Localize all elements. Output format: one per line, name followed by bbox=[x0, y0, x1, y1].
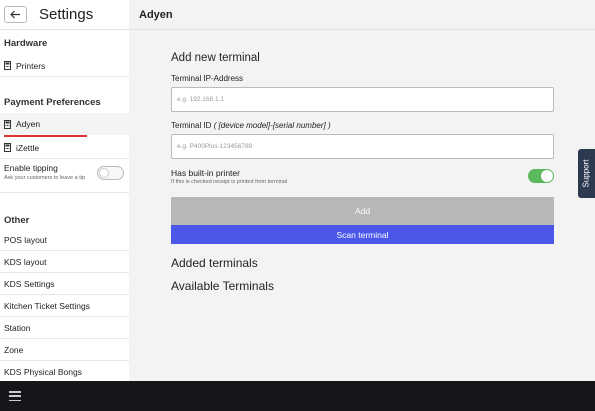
toggle-knob bbox=[99, 168, 109, 178]
arrow-left-icon bbox=[10, 10, 20, 19]
pos-terminal-icon bbox=[4, 119, 11, 129]
main-panel: Adyen Add new terminal Terminal IP-Addre… bbox=[129, 0, 595, 381]
ip-address-input[interactable]: e.g. 192.168.1.1 bbox=[171, 87, 554, 112]
builtin-printer-toggle[interactable] bbox=[528, 169, 554, 183]
sidebar-item-label: Printers bbox=[16, 60, 46, 71]
ip-address-label: Terminal IP-Address bbox=[171, 74, 244, 83]
back-button[interactable] bbox=[4, 6, 27, 23]
sidebar-header: Settings bbox=[0, 0, 129, 30]
section-other-title: Other bbox=[4, 215, 30, 226]
sidebar-item-izettle[interactable]: iZettle bbox=[0, 137, 129, 159]
sidebar-title: Settings bbox=[39, 6, 94, 23]
pos-terminal-icon bbox=[4, 143, 11, 152]
sidebar-item-label: Station bbox=[4, 322, 31, 333]
sidebar-item-label: POS layout bbox=[4, 234, 47, 245]
available-terminals-heading: Available Terminals bbox=[171, 279, 274, 293]
sidebar-item-label: Adyen bbox=[16, 119, 41, 129]
support-label: Support bbox=[582, 159, 591, 188]
added-terminals-heading: Added terminals bbox=[171, 256, 258, 270]
sidebar-item-pos-layout[interactable]: POS layout bbox=[0, 229, 129, 251]
sidebar-item-label: Kitchen Ticket Settings bbox=[4, 300, 90, 311]
sidebar-item-label: KDS Physical Bongs bbox=[4, 366, 82, 377]
terminal-form: Add new terminal Terminal IP-Address e.g… bbox=[171, 52, 554, 293]
bottom-bar bbox=[0, 381, 595, 411]
ip-address-placeholder: e.g. 192.168.1.1 bbox=[177, 96, 224, 103]
terminal-id-hint: ( [device model]-[serial number] ) bbox=[213, 121, 331, 130]
add-terminal-heading: Add new terminal bbox=[171, 52, 260, 64]
add-button[interactable]: Add bbox=[171, 197, 554, 225]
tipping-sublabel: Ask your customers to leave a tip bbox=[4, 175, 86, 181]
support-tab[interactable]: Support bbox=[578, 149, 595, 198]
sidebar-item-label: KDS Settings bbox=[4, 278, 55, 289]
sidebar-item-label: Zone bbox=[4, 344, 24, 355]
builtin-printer-setting: Has built-in printer If this is checked … bbox=[171, 168, 554, 192]
terminal-id-input[interactable]: e.g. P400Plus-123456789 bbox=[171, 134, 554, 159]
pos-terminal-icon bbox=[4, 61, 11, 70]
scan-terminal-button[interactable]: Scan terminal bbox=[171, 225, 554, 244]
sidebar-item-kitchen-ticket-settings[interactable]: Kitchen Ticket Settings bbox=[0, 295, 129, 317]
sidebar-item-adyen[interactable]: Adyen bbox=[0, 113, 129, 135]
sidebar-item-label: KDS layout bbox=[4, 256, 47, 267]
toggle-knob bbox=[541, 170, 553, 182]
sidebar-item-kds-settings[interactable]: KDS Settings bbox=[0, 273, 129, 295]
sidebar-item-zone[interactable]: Zone bbox=[0, 339, 129, 361]
sidebar-item-printers[interactable]: Printers bbox=[0, 55, 129, 77]
app-window: Settings Hardware Printers Payment Prefe… bbox=[0, 0, 595, 411]
terminal-id-placeholder: e.g. P400Plus-123456789 bbox=[177, 143, 253, 150]
builtin-printer-label: Has built-in printer bbox=[171, 168, 240, 178]
sidebar-item-kds-layout[interactable]: KDS layout bbox=[0, 251, 129, 273]
sidebar-item-label: iZettle bbox=[16, 142, 40, 153]
tipping-toggle[interactable] bbox=[97, 166, 124, 180]
settings-sidebar: Settings Hardware Printers Payment Prefe… bbox=[0, 0, 129, 381]
sidebar-item-station[interactable]: Station bbox=[0, 317, 129, 339]
page-title: Adyen bbox=[129, 0, 595, 30]
sidebar-item-kds-physical-bongs[interactable]: KDS Physical Bongs bbox=[0, 361, 129, 381]
builtin-printer-sublabel: If this is checked receipt is printed fr… bbox=[171, 179, 288, 185]
tipping-setting: Enable tipping Ask your customers to lea… bbox=[0, 159, 129, 193]
section-hardware-title: Hardware bbox=[4, 38, 48, 49]
section-payment-title: Payment Preferences bbox=[4, 97, 101, 108]
hamburger-menu-icon[interactable] bbox=[9, 391, 21, 401]
terminal-id-label: Terminal ID ( [device model]-[serial num… bbox=[171, 121, 554, 130]
terminal-id-label-text: Terminal ID bbox=[171, 121, 212, 130]
